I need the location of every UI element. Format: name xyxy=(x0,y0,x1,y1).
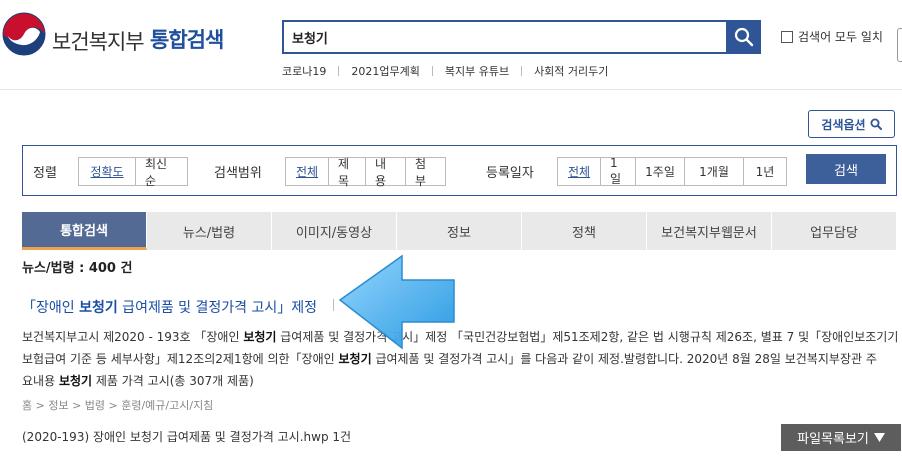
date-options: 전체 1일 1주일 1개월 1년 xyxy=(557,156,787,186)
result-tabs: 통합검색 뉴스/법령 이미지/동영상 정보 정책 보건복지부웹문서 업무담당 xyxy=(22,212,902,250)
divider xyxy=(333,299,334,311)
tab-integrated[interactable]: 통합검색 xyxy=(22,212,147,250)
title-text: 「장애인 xyxy=(22,300,80,316)
description-line: 보건복지부고시 제2020 - 193호 「장애인 보청기 급여제품 및 결정가… xyxy=(22,326,900,348)
search-options-button[interactable]: 검색옵션 xyxy=(808,110,895,138)
service-title[interactable]: 통합검색 xyxy=(150,24,224,54)
file-list-label: 파일목록보기 xyxy=(797,432,869,447)
exact-match-option[interactable]: 검색어 모두 일치 xyxy=(781,28,883,45)
description-line: 요내용 보청기 제품 가격 고시(총 307개 제품) xyxy=(22,370,900,392)
quicklink-distancing[interactable]: 사회적 거리두기 xyxy=(534,63,608,79)
title-keyword: 보청기 xyxy=(79,300,118,316)
result-title-link[interactable]: 「장애인 보청기 급여제품 및 결정가격 고시」제정 xyxy=(22,297,317,317)
sort-option-latest[interactable]: 최신순 xyxy=(135,157,188,188)
date-option-1week[interactable]: 1주일 xyxy=(635,157,685,186)
search-box[interactable] xyxy=(282,20,728,54)
date-option-1day[interactable]: 1일 xyxy=(600,156,636,186)
tab-info[interactable]: 정보 xyxy=(397,212,522,250)
brand-name[interactable]: 보건복지부 xyxy=(52,26,145,56)
quicklink-youtube[interactable]: 복지부 유튜브 xyxy=(445,63,509,79)
search-options-label: 검색옵션 xyxy=(821,117,866,132)
tab-web-docs[interactable]: 보건복지부웹문서 xyxy=(647,212,772,250)
divider xyxy=(338,66,340,76)
scope-option-content[interactable]: 내용 xyxy=(365,157,406,188)
file-list-button[interactable]: 파일목록보기 xyxy=(781,424,901,451)
result-description: 보건복지부고시 제2020 - 193호 「장애인 보청기 급여제품 및 결정가… xyxy=(22,326,900,392)
result-breadcrumb[interactable]: 홈 > 정보 > 법령 > 훈령/예규/고시/지침 xyxy=(22,397,213,413)
date-option-1month[interactable]: 1개월 xyxy=(684,157,744,186)
scope-options: 전체 제목 내용 첨부 xyxy=(285,157,446,188)
description-keyword: 보청기 xyxy=(338,352,372,366)
quick-links: 코로나19 2021업무계획 복지부 유튜브 사회적 거리두기 xyxy=(282,63,608,79)
search-filter-panel: 정렬 정확도 최신순 검색범위 전체 제목 내용 첨부 등록일자 전체 1일 1… xyxy=(22,145,897,196)
tab-image-video[interactable]: 이미지/동영상 xyxy=(272,212,397,250)
scope-option-title[interactable]: 제목 xyxy=(328,157,366,188)
sort-label: 정렬 xyxy=(33,166,57,181)
description-text: 제품 가격 고시(총 307개 제품) xyxy=(92,374,254,388)
date-label: 등록일자 xyxy=(486,166,534,181)
sort-options: 정확도 최신순 xyxy=(78,157,188,188)
description-text: 보건복지부고시 제2020 - 193호 「장애인 xyxy=(22,330,244,344)
divider xyxy=(521,66,523,76)
search-icon xyxy=(734,27,754,47)
description-text: 요내용 xyxy=(22,374,59,388)
scope-option-attachment[interactable]: 첨부 xyxy=(405,157,446,188)
sort-option-accuracy[interactable]: 정확도 xyxy=(78,157,136,186)
title-text: 급여제품 및 결정가격 고시」제정 xyxy=(117,300,317,316)
search-input[interactable] xyxy=(284,22,726,52)
filter-search-button[interactable]: 검색 xyxy=(806,154,886,184)
description-keyword: 보청기 xyxy=(243,330,277,344)
divider xyxy=(431,66,433,76)
ministry-logo-icon[interactable] xyxy=(2,12,46,56)
description-line: 보험급여 기준 등 세부사항」제12조의2제1항에 의한「장애인 보청기 급여제… xyxy=(22,348,900,370)
description-text: 급여제품 및 결정가격 고시」를 다음과 같이 제정.발령합니다. 2020년 … xyxy=(371,352,877,366)
date-option-all[interactable]: 전체 xyxy=(557,157,601,186)
caret-down-icon xyxy=(873,433,885,442)
search-icon xyxy=(870,118,882,130)
result-count-heading: 뉴스/법령 : 400 건 xyxy=(22,261,133,276)
search-submit-button[interactable] xyxy=(727,20,761,54)
tab-policy[interactable]: 정책 xyxy=(522,212,647,250)
date-option-1year[interactable]: 1년 xyxy=(743,157,787,186)
tab-staff[interactable]: 업무담당 xyxy=(772,212,897,250)
attached-file-link[interactable]: (2020-193) 장애인 보청기 급여제품 및 결정가격 고시.hwp 1건 xyxy=(22,428,351,445)
tab-news-law[interactable]: 뉴스/법령 xyxy=(147,212,272,250)
exact-match-label: 검색어 모두 일치 xyxy=(798,30,883,44)
side-widget[interactable] xyxy=(897,28,902,62)
description-keyword: 보청기 xyxy=(58,374,93,388)
quicklink-covid[interactable]: 코로나19 xyxy=(282,63,326,79)
pointer-arrow-icon xyxy=(338,254,455,350)
description-text: 보험급여 기준 등 세부사항」제12조의2제1항에 의한「장애인 xyxy=(22,352,339,366)
exact-match-checkbox[interactable] xyxy=(781,30,793,43)
quicklink-work-plan[interactable]: 2021업무계획 xyxy=(351,63,419,79)
scope-option-all[interactable]: 전체 xyxy=(285,157,329,186)
scope-label: 검색범위 xyxy=(214,166,262,181)
site-header: 보건복지부 통합검색 검색어 모두 일치 코로나19 2021업무계획 복지부 … xyxy=(0,0,902,90)
